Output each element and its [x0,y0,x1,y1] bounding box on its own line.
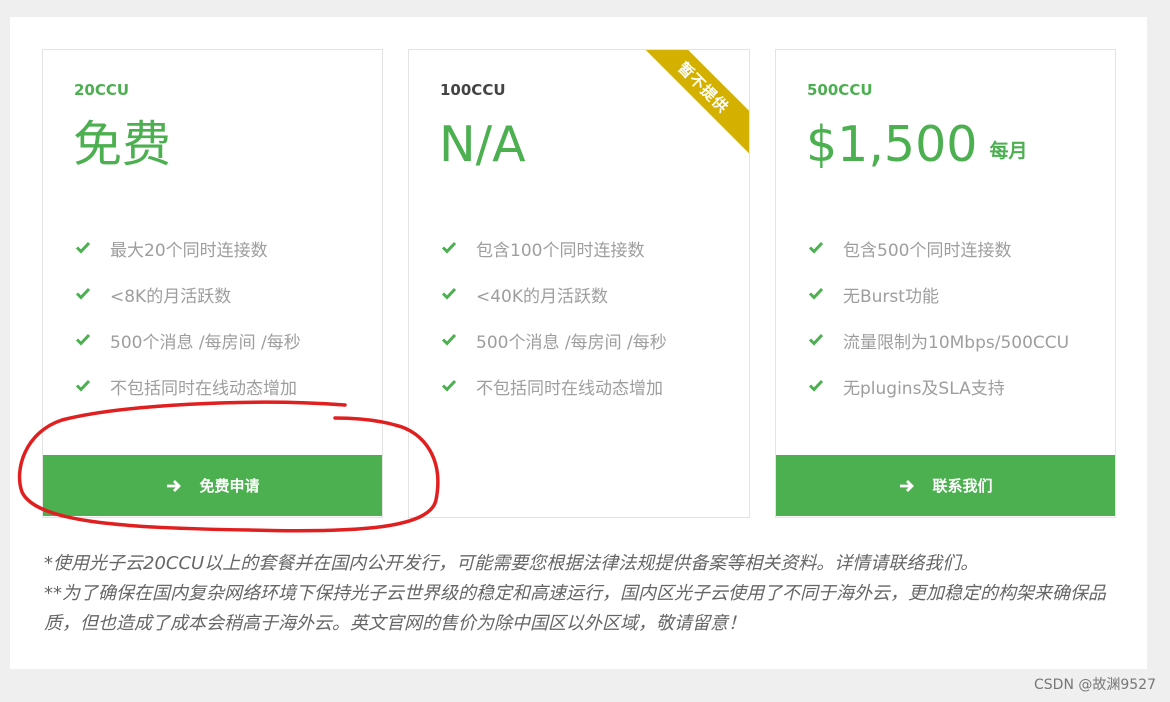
check-icon [75,287,91,300]
plan-tier: 20CCU [74,81,130,99]
plan-tier: 100CCU [440,81,506,99]
check-icon [808,333,824,346]
feature-text: <40K的月活跃数 [476,287,609,307]
feature-list: 最大20个同时连接数 <8K的月活跃数 500个消息 /每房间 /每秒 不包括同… [75,236,301,420]
plan-price: 免费 [73,120,171,169]
plan-price-value: N/A [439,116,526,173]
feature-item: 不包括同时在线动态增加 [75,374,301,420]
check-icon [75,379,91,392]
contact-us-button[interactable]: 联系我们 [776,455,1115,516]
plan-price: $1,500 每月 [806,120,1027,169]
feature-text: 500个消息 /每房间 /每秒 [476,333,667,353]
feature-text: 无plugins及SLA支持 [843,379,1005,399]
feature-item: 不包括同时在线动态增加 [441,374,667,420]
feature-text: 流量限制为10Mbps/500CCU [843,333,1070,353]
plan-tier: 500CCU [807,81,873,99]
feature-text: 无Burst功能 [843,287,939,307]
free-apply-button[interactable]: 免费申请 [43,455,382,516]
check-icon [441,287,457,300]
feature-item: <8K的月活跃数 [75,282,301,328]
footnotes: *使用光子云20CCU以上的套餐并在国内公开发行，可能需要您根据法律法规提供备案… [44,549,1134,639]
plan-card-100ccu: 暂不提供 100CCU N/A 包含100个同时连接数 <40K的月活跃数 50… [408,49,750,518]
feature-list: 包含100个同时连接数 <40K的月活跃数 500个消息 /每房间 /每秒 不包… [441,236,667,420]
feature-text: 500个消息 /每房间 /每秒 [110,333,301,353]
plan-card-500ccu: 500CCU $1,500 每月 包含500个同时连接数 无Burst功能 流量限… [775,49,1116,518]
check-icon [75,333,91,346]
arrow-right-icon [900,479,915,492]
price-unit: 每月 [989,140,1028,162]
plan-card-20ccu: 20CCU 免费 最大20个同时连接数 <8K的月活跃数 500个消息 /每房间… [42,49,383,518]
button-label: 联系我们 [932,477,993,495]
button-label: 免费申请 [199,477,260,495]
feature-text: 包含500个同时连接数 [843,241,1012,261]
check-icon [441,241,457,254]
check-icon [441,379,457,392]
check-icon [441,333,457,346]
check-icon [808,287,824,300]
feature-item: 500个消息 /每房间 /每秒 [75,328,301,374]
feature-text: 不包括同时在线动态增加 [476,379,663,399]
feature-item: 无Burst功能 [808,282,1069,328]
feature-item: 包含500个同时连接数 [808,236,1069,282]
feature-list: 包含500个同时连接数 无Burst功能 流量限制为10Mbps/500CCU … [808,236,1069,420]
feature-text: 不包括同时在线动态增加 [110,379,297,399]
feature-text: 最大20个同时连接数 [110,241,268,261]
plan-price-value: $1,500 [806,116,978,173]
feature-item: 最大20个同时连接数 [75,236,301,282]
arrow-right-icon [167,479,182,492]
footnote-1: *使用光子云20CCU以上的套餐并在国内公开发行，可能需要您根据法律法规提供备案… [44,553,979,574]
plan-price-value: 免费 [73,116,172,173]
feature-item: 500个消息 /每房间 /每秒 [441,328,667,374]
feature-item: 流量限制为10Mbps/500CCU [808,328,1069,374]
feature-item: 包含100个同时连接数 [441,236,667,282]
feature-item: 无plugins及SLA支持 [808,374,1069,420]
feature-text: <8K的月活跃数 [110,287,232,307]
check-icon [808,379,824,392]
footnote-2: **为了确保在国内复杂网络环境下保持光子云世界级的稳定和高速运行，国内区光子云使… [44,583,1106,634]
feature-text: 包含100个同时连接数 [476,241,645,261]
watermark: CSDN @故渊9527 [1034,677,1156,693]
check-icon [75,241,91,254]
plan-price: N/A [439,120,526,169]
check-icon [808,241,824,254]
unavailable-ribbon: 暂不提供 [633,50,749,158]
feature-item: <40K的月活跃数 [441,282,667,328]
